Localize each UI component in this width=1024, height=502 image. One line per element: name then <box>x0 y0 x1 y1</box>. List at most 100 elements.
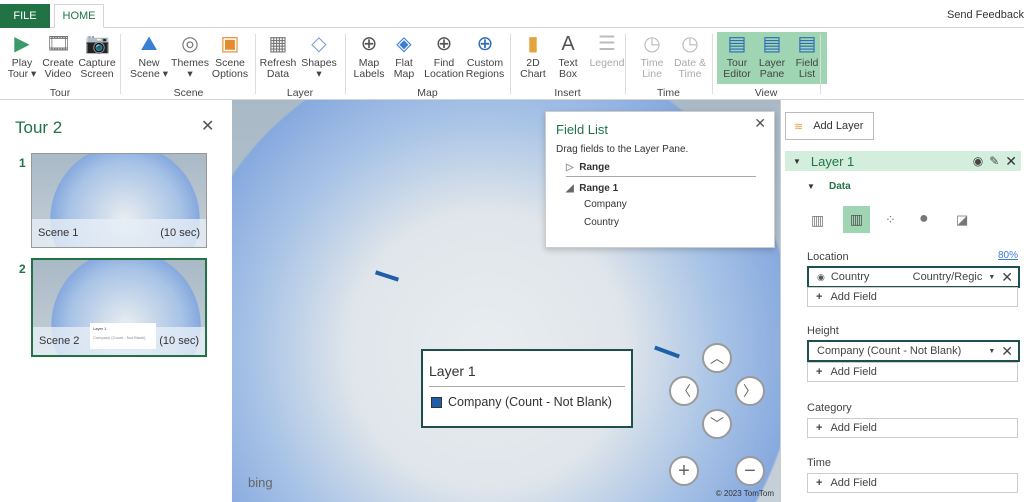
scene-thumbnail-2[interactable]: Layer 1 Company (Count - Not Blank) Scen… <box>31 258 207 357</box>
group-label: Insert <box>554 87 581 99</box>
clustered-column-icon[interactable]: ▥ <box>843 206 870 233</box>
table-name: Range <box>579 162 610 173</box>
add-field-label: Add Field <box>830 291 877 303</box>
legend-button[interactable]: ☰ Legend <box>587 32 627 84</box>
button-label: Map <box>393 68 415 80</box>
map-labels-button[interactable]: ⊕ Map Labels <box>349 32 389 84</box>
layer-header[interactable]: ▼ Layer 1 ◉ ✎ ✕ <box>785 151 1021 171</box>
time-line-button[interactable]: ◷ Time Line <box>636 32 668 84</box>
field-list-title: Field List <box>556 122 609 137</box>
radio-icon[interactable]: ◉ <box>817 272 825 283</box>
legend-swatch <box>431 397 442 408</box>
stacked-column-icon[interactable]: ▥ <box>811 212 824 229</box>
button-label: List <box>798 68 816 80</box>
group-separator <box>712 34 713 94</box>
themes-button[interactable]: ◎ Themes ▾ <box>168 32 212 84</box>
chevron-down-icon[interactable]: ▼ <box>807 182 815 191</box>
location-confidence[interactable]: 80% <box>998 250 1018 261</box>
capture-screen-icon: 📷 <box>85 33 110 55</box>
tilt-down-button[interactable]: ﹀ <box>702 409 732 439</box>
add-field-label: Add Field <box>830 366 877 378</box>
pencil-icon[interactable]: ✎ <box>989 154 999 168</box>
eye-icon[interactable]: ◉ <box>973 154 983 168</box>
group-label: Scene <box>173 87 204 99</box>
location-field[interactable]: ◉ Country Country/Regic ▼ ✕ <box>807 266 1020 288</box>
shapes-button[interactable]: ◇ Shapes ▾ <box>297 32 341 84</box>
add-layer-button[interactable]: ≋ Add Layer <box>785 112 874 140</box>
add-field-time[interactable]: + Add Field <box>807 473 1018 493</box>
height-label: Height <box>807 325 839 337</box>
themes-icon: ◎ <box>181 33 199 55</box>
tab-file[interactable]: FILE <box>0 4 50 28</box>
delete-icon[interactable]: ✕ <box>1005 153 1017 170</box>
group-separator <box>120 34 121 94</box>
chevron-down-icon[interactable]: ▼ <box>988 274 995 281</box>
button-label: Location <box>424 68 464 80</box>
chevron-down-icon[interactable]: ▼ <box>988 348 995 355</box>
find-location-button[interactable]: ⊕ Find Location <box>422 32 466 84</box>
zoom-out-button[interactable]: − <box>735 456 765 486</box>
button-label: Video <box>44 68 72 80</box>
new-scene-button[interactable]: ⛰ New Scene ▾ <box>130 32 168 84</box>
region-icon[interactable]: ◪ <box>956 212 968 228</box>
button-label: ▾ <box>187 68 193 80</box>
group-label: Map <box>417 87 438 99</box>
play-tour-icon: ▶ <box>14 33 30 55</box>
tour-editor-icon: ▤ <box>727 33 747 55</box>
flat-map-button[interactable]: ◈ Flat Map <box>388 32 420 84</box>
table-name: Range 1 <box>579 183 619 194</box>
create-video-button[interactable]: 🎞 Create Video <box>39 32 77 84</box>
scene-thumbnail-1[interactable]: Scene 1 (10 sec) <box>31 153 207 248</box>
add-field-category[interactable]: + Add Field <box>807 418 1018 438</box>
field-country[interactable]: Country <box>584 217 619 228</box>
date-time-icon: ◷ <box>681 33 699 55</box>
field-list-button[interactable]: ▤ Field List <box>787 32 827 84</box>
table-range[interactable]: ▷ Range <box>566 162 756 177</box>
capture-screen-button[interactable]: 📷 Capture Screen <box>75 32 119 84</box>
tab-home[interactable]: HOME <box>54 4 104 28</box>
flat-map-icon: ◈ <box>396 33 412 55</box>
refresh-data-button[interactable]: ▦ Refresh Data <box>257 32 299 84</box>
custom-regions-button[interactable]: ⊕ Custom Regions <box>461 32 509 84</box>
remove-icon[interactable]: ✕ <box>1001 343 1013 360</box>
map-legend[interactable]: Layer 1 Company (Count - Not Blank) <box>421 349 633 428</box>
date-time-button[interactable]: ◷ Date & Time <box>670 32 710 84</box>
create-video-icon: 🎞 <box>46 33 72 55</box>
play-tour-button[interactable]: ▶ Play Tour ▾ <box>5 32 39 84</box>
add-field-location[interactable]: + Add Field <box>807 287 1018 307</box>
send-feedback-link[interactable]: Send Feedback <box>947 9 1024 21</box>
table-range-1[interactable]: ◢ Range 1 <box>566 183 618 194</box>
tour-editor-button[interactable]: ▤ Tour Editor <box>717 32 757 84</box>
group-separator <box>345 34 346 94</box>
add-field-height[interactable]: + Add Field <box>807 362 1018 382</box>
tilt-up-button[interactable]: ︿ <box>702 343 732 373</box>
tab-bar: FILE HOME Send Feedback <box>0 0 1024 28</box>
button-label: Labels <box>353 68 385 80</box>
zoom-in-button[interactable]: + <box>669 456 699 486</box>
add-field-label: Add Field <box>830 422 877 434</box>
text-box-icon: A <box>561 33 575 55</box>
bubble-icon[interactable]: ⁘ <box>885 212 896 228</box>
button-label: Screen <box>80 68 114 80</box>
legend-title: Layer 1 <box>429 363 476 379</box>
close-icon[interactable]: ✕ <box>754 115 766 132</box>
field-list-icon: ▤ <box>797 33 817 55</box>
geo-type-dropdown[interactable]: Country/Regic <box>913 271 983 283</box>
heat-map-icon[interactable]: ● <box>919 210 929 228</box>
time-line-icon: ◷ <box>643 33 661 55</box>
scene-options-icon: ▣ <box>220 33 240 55</box>
field-company[interactable]: Company <box>584 199 627 210</box>
height-field[interactable]: Company (Count - Not Blank) ▼ ✕ <box>807 340 1020 362</box>
group-label: View <box>754 87 778 99</box>
map-view[interactable]: Field List ✕ Drag fields to the Layer Pa… <box>232 100 780 502</box>
2d-chart-button[interactable]: ▮ 2D Chart <box>515 32 551 84</box>
rotate-left-button[interactable]: 〈 <box>669 376 699 406</box>
layer-pane-button[interactable]: ▤ Layer Pane <box>753 32 791 84</box>
close-icon[interactable]: ✕ <box>201 116 214 136</box>
text-box-button[interactable]: A Text Box <box>552 32 584 84</box>
scene-options-button[interactable]: ▣ Scene Options <box>208 32 252 84</box>
rotate-right-button[interactable]: 〉 <box>735 376 765 406</box>
remove-icon[interactable]: ✕ <box>1001 269 1013 286</box>
group-separator <box>625 34 626 94</box>
find-location-icon: ⊕ <box>435 33 453 55</box>
